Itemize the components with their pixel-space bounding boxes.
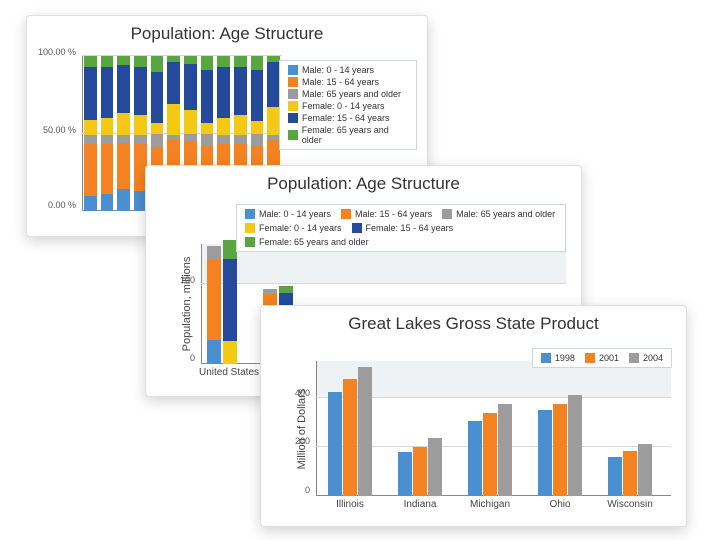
- legend-item: 2001: [599, 353, 619, 363]
- legend-item: Male: 0 - 14 years: [302, 65, 374, 75]
- legend-item: Female: 65 years and older: [302, 125, 408, 145]
- chart3-xtick: Ohio: [549, 499, 570, 510]
- chart3-title: Great Lakes Gross State Product: [261, 306, 686, 338]
- chart3-ylabel: Million of Dollars: [296, 388, 308, 469]
- chart3-ytick-0: 0: [305, 485, 310, 495]
- legend-item: Female: 15 - 64 years: [302, 113, 390, 123]
- legend-item: Male: 65 years and older: [302, 89, 401, 99]
- legend-item: Female: 0 - 14 years: [259, 223, 342, 233]
- legend-item: Male: 0 - 14 years: [259, 209, 331, 219]
- chart3-legend: 1998 2001 2004: [532, 348, 672, 368]
- chart1-title: Population: Age Structure: [27, 16, 427, 48]
- chart3-plot: 0 200 400 Million of Dollars IllinoisInd…: [316, 361, 671, 496]
- chart3-xtick: Illinois: [336, 499, 364, 510]
- legend-item: Male: 15 - 64 years: [355, 209, 432, 219]
- legend-item: Male: 65 years and older: [456, 209, 555, 219]
- chart2-title: Population: Age Structure: [146, 166, 581, 198]
- chart1-ytick-1: 50.00 %: [43, 125, 76, 135]
- chart3-xtick: Michigan: [470, 499, 510, 510]
- chart-card-3: Great Lakes Gross State Product 0 200 40…: [260, 305, 687, 527]
- chart1-ytick-0: 0.00 %: [48, 200, 76, 210]
- chart2-ytick-0: 0: [190, 353, 195, 363]
- chart2-xtick-0: United States: [199, 367, 259, 378]
- legend-item: 1998: [555, 353, 575, 363]
- chart2-legend: Male: 0 - 14 years Male: 15 - 64 years M…: [236, 204, 566, 252]
- legend-item: Female: 15 - 64 years: [366, 223, 454, 233]
- legend-item: Female: 0 - 14 years: [302, 101, 385, 111]
- legend-item: Male: 15 - 64 years: [302, 77, 379, 87]
- chart3-xtick: Wisconsin: [607, 499, 653, 510]
- chart3-xtick: Indiana: [404, 499, 437, 510]
- chart2-ylabel: Population, millions: [181, 257, 193, 352]
- legend-item: Female: 65 years and older: [259, 237, 369, 247]
- chart1-legend: Male: 0 - 14 years Male: 15 - 64 years M…: [279, 60, 417, 150]
- chart1-ytick-2: 100.00 %: [38, 47, 76, 57]
- legend-item: 2004: [643, 353, 663, 363]
